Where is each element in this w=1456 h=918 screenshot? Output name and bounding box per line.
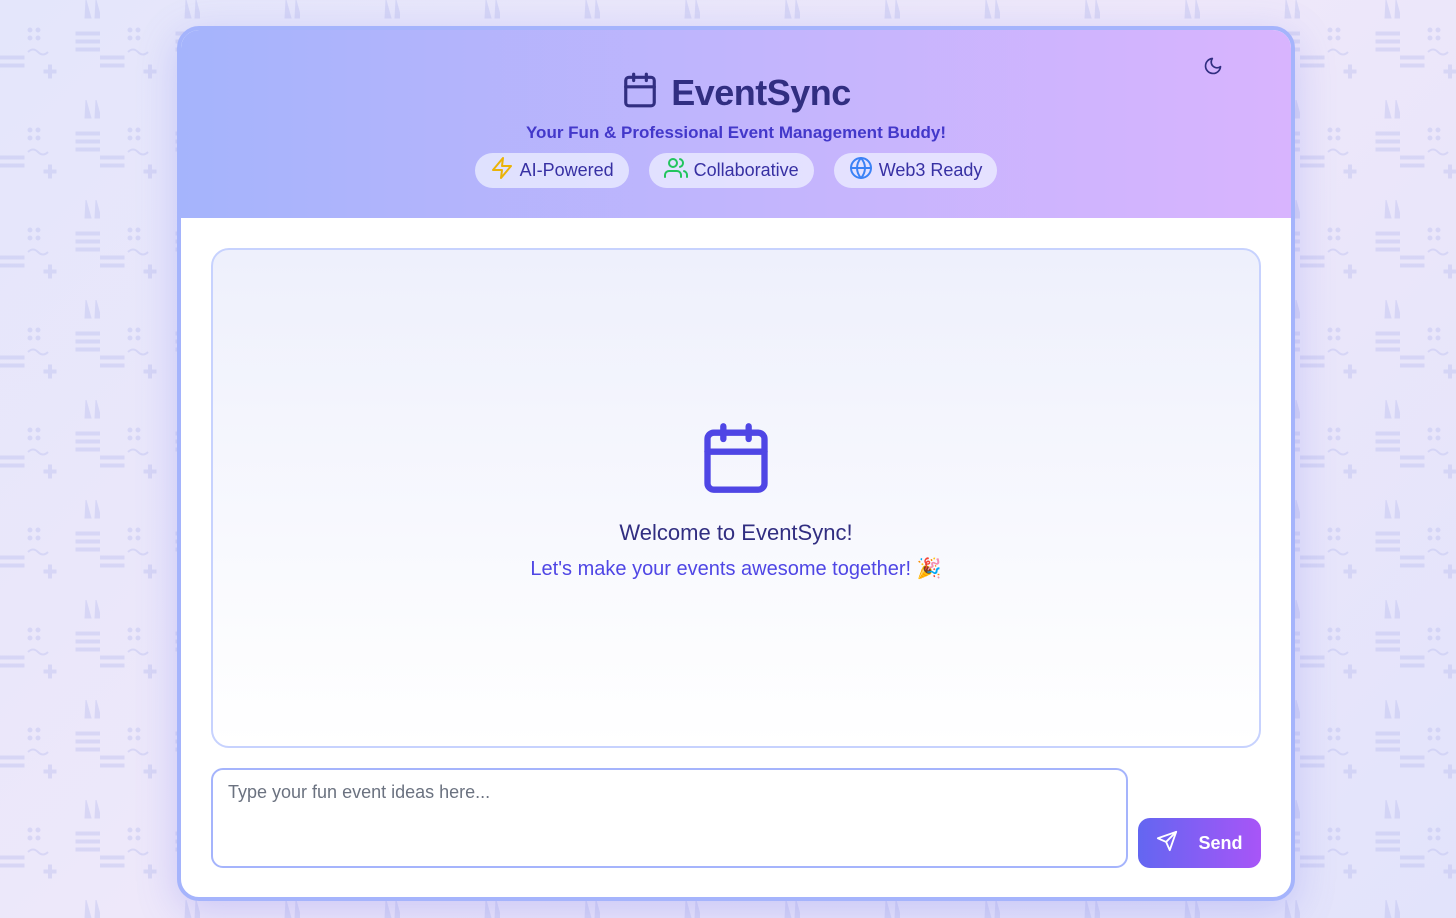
feature-pill-ai-powered: AI-Powered bbox=[474, 153, 629, 188]
welcome-message: Welcome to EventSync! Let's make your ev… bbox=[213, 418, 1259, 581]
feature-pill-collaborative: Collaborative bbox=[648, 153, 814, 188]
feature-pills: AI-Powered Collaborative Web3 Ready bbox=[181, 153, 1291, 188]
main-card: EventSync Your Fun & Professional Event … bbox=[177, 26, 1295, 901]
message-input[interactable] bbox=[211, 768, 1128, 868]
chat-messages-area[interactable]: Welcome to EventSync! Let's make your ev… bbox=[211, 248, 1261, 748]
brand: EventSync bbox=[181, 70, 1291, 115]
lightning-icon bbox=[490, 156, 514, 185]
calendar-icon bbox=[621, 70, 659, 115]
send-label: Send bbox=[1198, 832, 1243, 853]
theme-toggle-button[interactable] bbox=[1199, 54, 1227, 82]
feature-label: AI-Powered bbox=[519, 160, 614, 180]
header: EventSync Your Fun & Professional Event … bbox=[181, 30, 1291, 218]
app-title: EventSync bbox=[671, 71, 851, 113]
welcome-subtitle: Let's make your events awesome together!… bbox=[530, 558, 942, 580]
feature-pill-web3-ready: Web3 Ready bbox=[833, 153, 998, 188]
send-icon bbox=[1156, 830, 1178, 857]
send-button[interactable]: Send bbox=[1138, 818, 1261, 868]
users-icon bbox=[663, 156, 688, 185]
tagline: Your Fun & Professional Event Management… bbox=[525, 123, 946, 142]
calendar-icon bbox=[213, 418, 1259, 498]
moon-icon bbox=[1203, 56, 1223, 81]
welcome-title: Welcome to EventSync! bbox=[619, 520, 853, 545]
globe-icon bbox=[849, 156, 873, 185]
feature-label: Web3 Ready bbox=[878, 160, 983, 180]
feature-label: Collaborative bbox=[693, 160, 799, 180]
